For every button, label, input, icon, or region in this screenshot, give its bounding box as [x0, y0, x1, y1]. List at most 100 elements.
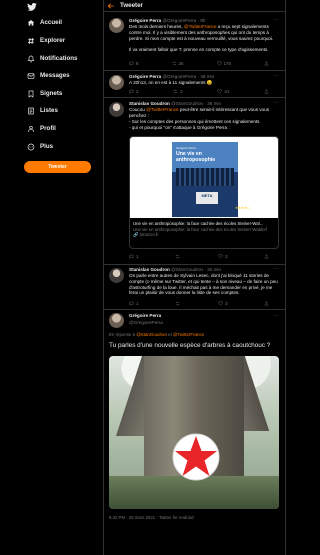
more-options-icon[interactable]: ··· [274, 17, 279, 23]
reply-button[interactable]: 2 [129, 89, 138, 94]
nav-lists[interactable]: Listes [27, 105, 58, 116]
retweet-icon [172, 61, 176, 66]
author-name[interactable]: Grégoire Perra [129, 18, 161, 23]
back-arrow-icon[interactable] [107, 2, 115, 10]
author-name[interactable]: Stanislas Goudron [129, 267, 170, 272]
text-segment: Coucou [129, 107, 147, 112]
share-icon [264, 254, 269, 259]
rating-stars: ★★★★☆ [235, 206, 251, 210]
like-count: 41 [224, 89, 230, 94]
tweet-text: Tu parles d'une nouvelle espèce d'arbres… [109, 342, 271, 349]
author-handle[interactable]: @GregoirePerra [129, 320, 163, 325]
nav-label: Explorer [40, 37, 66, 44]
card-text: Une vie en anthroposophie: la face caché… [133, 221, 277, 238]
avatar[interactable] [109, 18, 124, 33]
nav-label: Profil [40, 125, 56, 132]
link-card[interactable]: Grégoire Perra Une vie en anthroposophie… [129, 136, 279, 249]
thread-column: Tweeter Grégoire Perra @GregoirePerra · … [103, 0, 286, 555]
tweet-item[interactable]: Stanislas Goudron @StanGoudron · 36 min … [104, 99, 285, 265]
more-options-icon[interactable]: ··· [274, 73, 279, 79]
tweet-item[interactable]: Grégoire Perra @GregoirePerra · 48 min ·… [104, 71, 285, 98]
reply-context: En réponse à @StanGoudron et @TwitterFra… [109, 332, 204, 337]
tweet-button[interactable]: Tweeter [24, 161, 91, 173]
nav-label: Signets [40, 90, 63, 97]
share-icon [264, 89, 269, 94]
author-handle[interactable]: @StanGoudron [171, 267, 203, 272]
like-count: 3 [225, 301, 228, 306]
reply-button[interactable]: 8 [129, 61, 138, 66]
tweet-text: On parle entre autres de Sylvain Lesec, … [129, 273, 278, 296]
nav-explore[interactable]: Explorer [27, 35, 65, 46]
reply-count: 1 [136, 301, 139, 306]
nav-messages[interactable]: Messages [27, 70, 70, 81]
author-handle[interactable]: @GregoirePerra [162, 74, 196, 79]
more-options-icon[interactable]: ··· [274, 100, 279, 106]
nav-more[interactable]: Plus [27, 141, 53, 152]
like-button[interactable]: 3 [218, 301, 228, 306]
nav-bookmarks[interactable]: Signets [27, 88, 62, 99]
bookmark-icon [28, 90, 34, 98]
author-name[interactable]: Stanislas Goudron [129, 101, 170, 106]
avatar[interactable] [109, 75, 124, 90]
tweet-item[interactable]: Stanislas Goudron @StanGoudron · 32 min … [104, 265, 285, 310]
twitter-bird-icon[interactable] [27, 3, 37, 11]
reply-button[interactable]: 1 [129, 301, 138, 306]
mention-link[interactable]: @TwitterFrance [146, 107, 179, 112]
mention-link[interactable]: @StanGoudron [136, 332, 167, 337]
avatar[interactable] [109, 313, 124, 328]
retweet-button[interactable]: 2 [173, 89, 183, 94]
avatar[interactable] [109, 102, 124, 117]
like-button[interactable]: 175 [216, 61, 231, 66]
reply-count: 8 [136, 61, 139, 66]
retweet-button[interactable] [175, 254, 182, 259]
tweet-header: Stanislas Goudron @StanGoudron · 32 min [129, 267, 221, 272]
red-star-icon [172, 433, 220, 481]
author-name-text: Grégoire Perra [129, 313, 162, 318]
mention-link[interactable]: @TwitterFrance [173, 332, 204, 337]
tweet-actions: 1 3 [129, 254, 269, 259]
author-name[interactable]: Grégoire Perra [129, 313, 161, 318]
card-domain: 🔗 amazon.fr [133, 232, 159, 238]
like-button[interactable]: 41 [217, 89, 229, 94]
reply-icon [129, 89, 134, 94]
retweet-button[interactable]: 26 [172, 61, 183, 66]
bell-icon [27, 55, 35, 62]
nav-label: Plus [40, 143, 54, 150]
tweet-photo[interactable] [109, 356, 279, 509]
retweet-icon [175, 254, 179, 259]
retweet-icon [174, 89, 178, 94]
reply-button[interactable]: 1 [129, 254, 138, 259]
share-button[interactable] [264, 61, 269, 66]
tweet-header: Stanislas Goudron @StanGoudron · 36 min [129, 101, 221, 106]
retweet-button[interactable] [175, 301, 182, 306]
tweet-timestamp[interactable]: 8:32 PM · 25 mars 2021 · Twitter for And… [109, 515, 193, 520]
mention-link[interactable]: @TwitterFrance [184, 24, 217, 29]
author-name[interactable]: Grégoire Perra [129, 74, 161, 79]
tweet-time[interactable]: · 36 min [204, 101, 221, 106]
author-handle[interactable]: @StanGoudron [171, 101, 203, 106]
tweet-text: Coucou @TwitterFrance peut-être serait-i… [129, 107, 279, 119]
nav-profile[interactable]: Profil [27, 123, 56, 134]
sidebar-nav: Accueil Explorer Notifications Messages … [0, 0, 103, 555]
avatar[interactable] [109, 268, 124, 283]
more-options-icon[interactable]: ··· [274, 266, 279, 272]
reply-count: 1 [136, 254, 139, 259]
heart-icon [218, 301, 223, 306]
nav-home[interactable]: Accueil [27, 17, 62, 28]
nav-label: Notifications [40, 55, 78, 62]
tweet-time[interactable]: · 8h [198, 18, 206, 23]
more-options-icon[interactable]: ··· [274, 313, 279, 319]
author-handle[interactable]: @GregoirePerra [162, 18, 196, 23]
tweet-item[interactable]: Grégoire Perra @GregoirePerra · 8h ··· D… [104, 14, 285, 71]
like-button[interactable]: 3 [218, 254, 228, 259]
share-button[interactable] [264, 89, 269, 94]
tweet-time[interactable]: · 48 min [198, 74, 215, 79]
tweet-text: A 20h13, on en est à 11 signalements 😉 [129, 80, 213, 85]
nav-notifications[interactable]: Notifications [27, 53, 77, 64]
share-button[interactable] [264, 301, 269, 306]
share-button[interactable] [264, 254, 269, 259]
reply-count: 2 [136, 89, 139, 94]
reply-icon [129, 301, 134, 306]
tweet-time[interactable]: · 32 min [204, 267, 221, 272]
list-icon [28, 107, 34, 114]
